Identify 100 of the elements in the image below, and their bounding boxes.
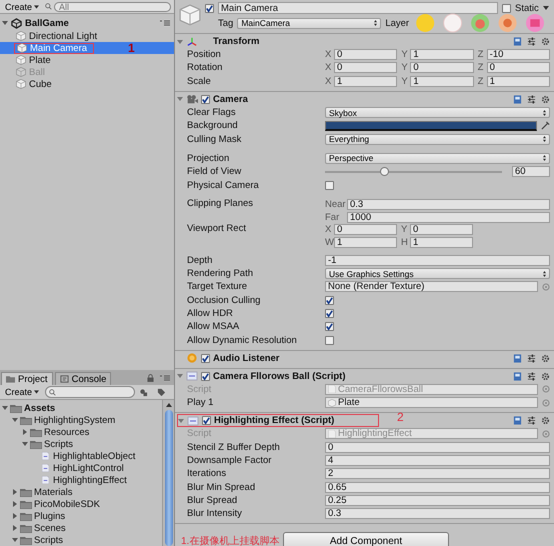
enabled-checkbox[interactable]: [202, 416, 211, 426]
project-item[interactable]: HighlightableObject: [0, 450, 162, 462]
project-item[interactable]: Scripts: [0, 534, 162, 546]
checkbox[interactable]: [325, 296, 334, 305]
project-item[interactable]: HighlightingEffect: [0, 474, 162, 486]
number-field[interactable]: 1: [334, 236, 397, 248]
number-field[interactable]: 4: [325, 455, 550, 466]
menu-icon[interactable]: [160, 20, 170, 26]
component-title[interactable]: Highlighting Effect (Script): [214, 415, 334, 426]
settings-icon[interactable]: [541, 94, 550, 104]
scrollbar[interactable]: [162, 400, 174, 546]
dropdown[interactable]: Perspective: [325, 152, 550, 164]
search-field[interactable]: All: [54, 2, 171, 12]
checkbox[interactable]: [325, 309, 334, 318]
folder-icon: [20, 488, 32, 496]
panel-tab[interactable]: Console: [54, 372, 112, 385]
number-field[interactable]: 0.3: [347, 198, 550, 210]
project-item[interactable]: Materials: [0, 486, 162, 498]
checkbox[interactable]: [325, 322, 334, 332]
number-field[interactable]: 0.3: [325, 508, 550, 520]
cube-icon: [16, 31, 26, 41]
sliders-icon[interactable]: [527, 94, 536, 104]
name-field[interactable]: Main Camera: [218, 2, 498, 14]
project-item[interactable]: Scenes: [0, 522, 162, 534]
number-field[interactable]: 1: [410, 76, 474, 87]
expand-arrow-icon[interactable]: [177, 96, 183, 102]
number-field[interactable]: 0: [486, 62, 550, 74]
color-field[interactable]: [325, 120, 537, 131]
scroll-up-arrow-icon[interactable]: [166, 403, 172, 407]
hierarchy-item[interactable]: Cube: [0, 78, 174, 90]
checkbox[interactable]: [325, 180, 334, 190]
book-icon[interactable]: [513, 94, 522, 104]
book-icon[interactable]: [513, 37, 522, 46]
project-item[interactable]: Scripts: [0, 438, 162, 450]
dropdown[interactable]: Skybox: [325, 107, 550, 118]
sliders-icon[interactable]: [527, 354, 536, 363]
add-component-button[interactable]: Add Component: [283, 532, 449, 546]
number-field[interactable]: 1000: [347, 212, 550, 223]
number-field[interactable]: -1: [325, 254, 550, 266]
book-icon[interactable]: [513, 372, 522, 381]
project-item[interactable]: HighLightControl: [0, 462, 162, 474]
static-checkbox[interactable]: [502, 4, 511, 12]
number-field[interactable]: 0: [334, 49, 398, 60]
expand-arrow-icon[interactable]: [177, 373, 183, 380]
number-field[interactable]: 60: [512, 166, 550, 178]
component-title[interactable]: Camera: [213, 94, 248, 105]
sliders-icon[interactable]: [527, 416, 536, 426]
number-field[interactable]: 0: [410, 62, 474, 74]
lock-icon[interactable]: [147, 374, 154, 382]
hierarchy-item[interactable]: Directional Light: [0, 30, 174, 42]
project-item[interactable]: Assets: [0, 402, 162, 414]
number-field[interactable]: 0: [410, 224, 473, 235]
number-field[interactable]: 2: [325, 468, 550, 480]
number-field[interactable]: 0.65: [325, 482, 550, 493]
create-dropdown[interactable]: Create: [3, 2, 42, 12]
number-field[interactable]: 0: [334, 62, 398, 74]
caret-icon[interactable]: [542, 6, 549, 10]
slider[interactable]: [325, 166, 502, 177]
active-checkbox[interactable]: [205, 4, 214, 12]
project-item[interactable]: HighlightingSystem: [0, 414, 162, 426]
number-field[interactable]: 1: [486, 76, 550, 87]
book-icon[interactable]: [513, 416, 522, 426]
object-field[interactable]: Plate: [325, 397, 538, 408]
number-field[interactable]: -10: [486, 49, 550, 60]
search-icon: [49, 388, 56, 396]
tag-dropdown[interactable]: MainCamera: [237, 18, 382, 28]
expand-arrow-icon[interactable]: [2, 20, 8, 26]
create-dropdown[interactable]: Create: [3, 387, 42, 397]
sliders-icon[interactable]: [527, 37, 536, 46]
enabled-checkbox[interactable]: [201, 94, 210, 104]
component-title[interactable]: Transform: [213, 36, 260, 47]
project-item[interactable]: Resources: [0, 426, 162, 438]
number-field[interactable]: 0: [334, 224, 397, 235]
project-item[interactable]: Plugins: [0, 510, 162, 522]
hierarchy-item[interactable]: Main Camera 1: [0, 42, 174, 54]
number-field[interactable]: 1: [334, 76, 398, 87]
expand-arrow-icon[interactable]: [177, 38, 183, 44]
object-field[interactable]: None (Render Texture): [325, 281, 538, 292]
component-title[interactable]: Camera Fllorows Ball (Script): [213, 370, 346, 382]
expand-arrow-icon[interactable]: [178, 418, 184, 424]
enabled-checkbox[interactable]: [201, 372, 210, 381]
search-field[interactable]: [45, 386, 135, 398]
eyedropper-icon[interactable]: [541, 121, 550, 130]
panel-tab[interactable]: Project: [1, 372, 53, 385]
menu-icon[interactable]: [160, 374, 170, 380]
number-field[interactable]: 0.25: [325, 494, 550, 506]
settings-icon[interactable]: [541, 37, 550, 46]
number-field[interactable]: 1: [410, 49, 474, 60]
component-title[interactable]: Audio Listener: [213, 352, 280, 364]
hierarchy-item[interactable]: Plate: [0, 54, 174, 66]
book-icon[interactable]: [513, 354, 522, 363]
checkbox[interactable]: [325, 336, 334, 345]
dropdown[interactable]: Use Graphics Settings: [325, 268, 550, 280]
enabled-checkbox[interactable]: [201, 354, 210, 363]
dropdown[interactable]: Everything: [325, 134, 550, 145]
number-field[interactable]: 0: [325, 442, 550, 453]
settings-icon[interactable]: [541, 416, 550, 426]
project-item[interactable]: PicoMobileSDK: [0, 498, 162, 510]
sliders-icon[interactable]: [527, 372, 536, 381]
number-field[interactable]: 1: [410, 236, 473, 248]
